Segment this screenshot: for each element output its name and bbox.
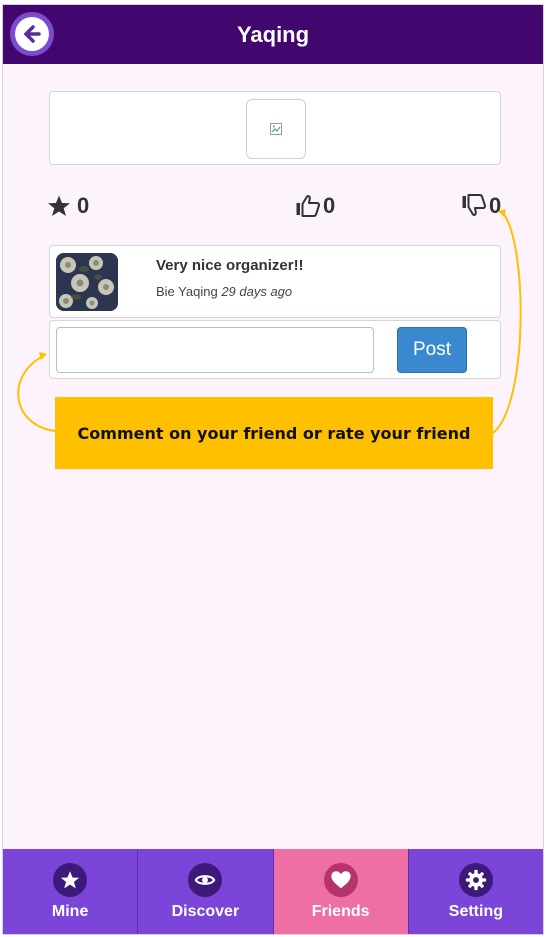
broken-image-icon — [270, 123, 282, 135]
eye-icon — [188, 862, 223, 897]
friend-image-panel — [49, 91, 501, 165]
header-bar: Yaqing — [3, 5, 543, 64]
nav-friends[interactable]: Friends — [273, 849, 409, 934]
star-icon — [53, 862, 88, 897]
gear-icon — [458, 862, 493, 897]
dislike-stat[interactable]: 0 — [461, 191, 501, 221]
nav-label: Friends — [311, 902, 370, 920]
friend-photo[interactable] — [246, 99, 306, 159]
thumbs-down-icon — [462, 194, 486, 216]
nav-setting[interactable]: Setting — [408, 849, 543, 934]
thumbs-up-icon — [296, 195, 320, 217]
nav-mine[interactable]: Mine — [3, 849, 139, 934]
nav-label: Setting — [448, 902, 503, 920]
comment-meta: Bie Yaqing 29 days ago — [156, 284, 292, 299]
hint-callout: Comment on your friend or rate your frie… — [55, 397, 493, 469]
post-button[interactable]: Post — [397, 327, 467, 373]
nav-label: Mine — [51, 902, 89, 920]
comment-input[interactable] — [56, 327, 374, 373]
comment-text: Very nice organizer!! — [156, 257, 304, 274]
comment-author: Bie Yaqing — [156, 284, 218, 299]
arrow-left-icon — [15, 17, 49, 51]
like-stat[interactable]: 0 — [295, 191, 335, 221]
comment-item: Very nice organizer!! Bie Yaqing 29 days… — [49, 245, 501, 318]
comment-time: 29 days ago — [221, 284, 293, 299]
bottom-nav: Mine Discover Friends Setting — [3, 849, 543, 934]
rating-stat[interactable]: 0 — [47, 191, 89, 221]
nav-discover[interactable]: Discover — [138, 849, 274, 934]
dislike-count: 0 — [489, 193, 502, 218]
like-count: 0 — [323, 193, 336, 218]
comment-composer: Post — [49, 320, 501, 379]
rating-count: 0 — [77, 193, 90, 218]
heart-icon — [323, 862, 358, 897]
star-icon — [48, 195, 70, 216]
back-button[interactable] — [10, 12, 54, 56]
avatar — [56, 253, 118, 311]
page-title: Yaqing — [236, 21, 310, 47]
app-frame: Yaqing 0 0 0 Very nice organizer!! Bie Y… — [2, 4, 544, 935]
nav-label: Discover — [171, 902, 240, 920]
